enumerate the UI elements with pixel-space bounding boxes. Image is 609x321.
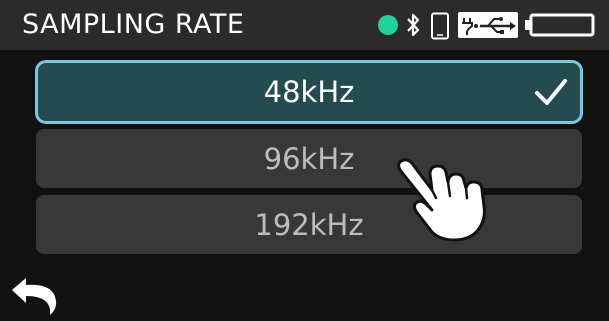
- option-48khz[interactable]: 48kHz: [38, 63, 580, 121]
- back-arrow-icon[interactable]: [10, 276, 70, 316]
- usb-power-icon: [458, 12, 518, 38]
- screen-title: SAMPLING RATE: [22, 9, 245, 40]
- battery-icon: [525, 13, 595, 37]
- tap-hand-icon: [397, 158, 486, 242]
- header-bar: SAMPLING RATE: [0, 0, 609, 50]
- option-label: 96kHz: [263, 141, 355, 176]
- option-96khz[interactable]: 96kHz: [36, 129, 582, 188]
- option-192khz[interactable]: 192kHz: [36, 195, 582, 254]
- status-dot-icon: [378, 15, 398, 35]
- checkmark-icon: [535, 79, 567, 105]
- option-label: 192kHz: [254, 207, 364, 242]
- option-label: 48kHz: [263, 75, 355, 109]
- smartphone-icon: [431, 12, 449, 40]
- bluetooth-icon: [407, 13, 420, 37]
